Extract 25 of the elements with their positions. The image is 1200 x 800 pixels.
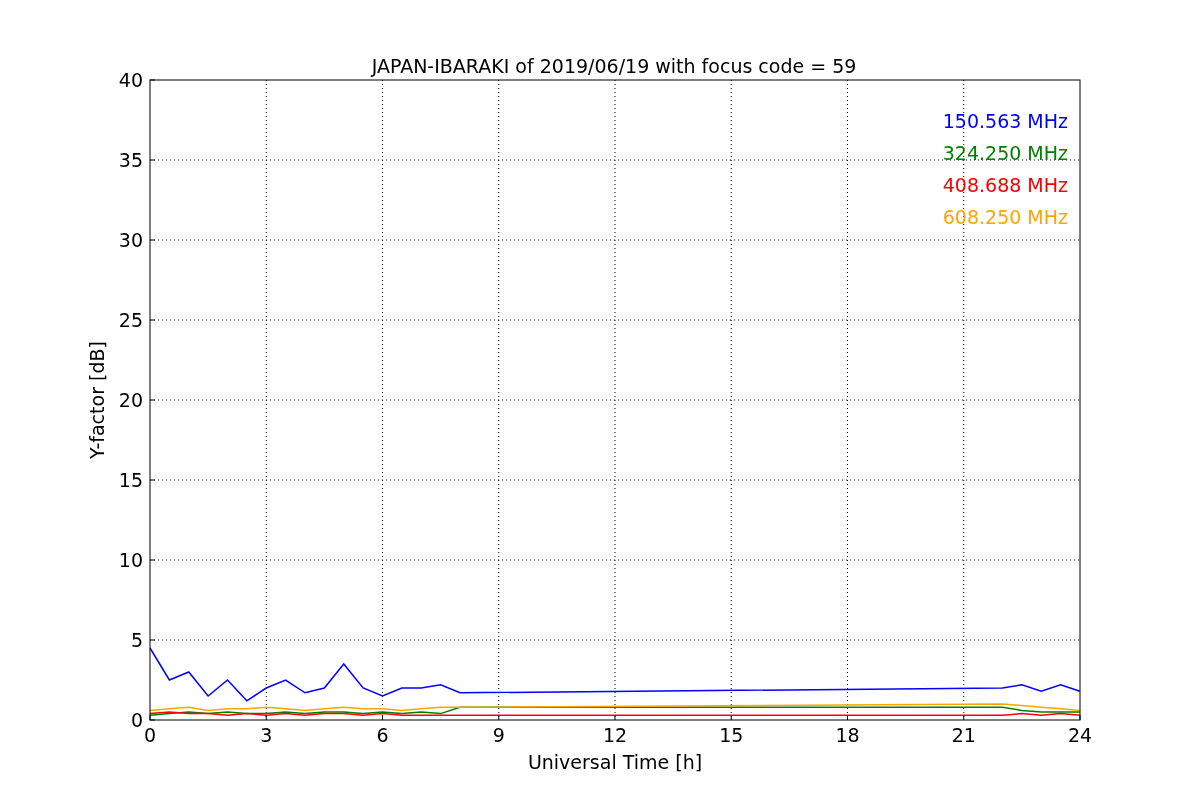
tick-label: 15 xyxy=(118,469,143,491)
legend-label: 150.563 MHz xyxy=(942,110,1068,132)
tick-label: 0 xyxy=(143,724,157,746)
chart-title: JAPAN-IBARAKI of 2019/06/19 with focus code = 59 xyxy=(371,55,857,77)
tick-label: 40 xyxy=(118,69,143,91)
tick-label: 5 xyxy=(130,629,143,651)
legend-label: 324.250 MHz xyxy=(942,142,1068,164)
tick-label: 10 xyxy=(118,549,143,571)
axis-label: Y-factor [dB] xyxy=(86,341,108,459)
tick-label: 20 xyxy=(118,389,143,411)
tick-label: 24 xyxy=(1067,724,1093,746)
tick-label: 3 xyxy=(260,724,273,746)
legend-label: 608.250 MHz xyxy=(942,206,1068,228)
tick-label: 0 xyxy=(130,709,143,731)
tick-label: 15 xyxy=(719,724,744,746)
tick-label: 25 xyxy=(118,309,143,331)
tick-label: 35 xyxy=(118,149,143,171)
legend-label: 408.688 MHz xyxy=(942,174,1068,196)
tick-label: 12 xyxy=(602,724,628,746)
tick-label: 9 xyxy=(492,724,505,746)
tick-label: 21 xyxy=(951,724,976,746)
tick-label: 18 xyxy=(835,724,860,746)
axis-label: Universal Time [h] xyxy=(527,751,703,773)
tick-label: 30 xyxy=(118,229,143,251)
tick-label: 6 xyxy=(376,724,389,746)
